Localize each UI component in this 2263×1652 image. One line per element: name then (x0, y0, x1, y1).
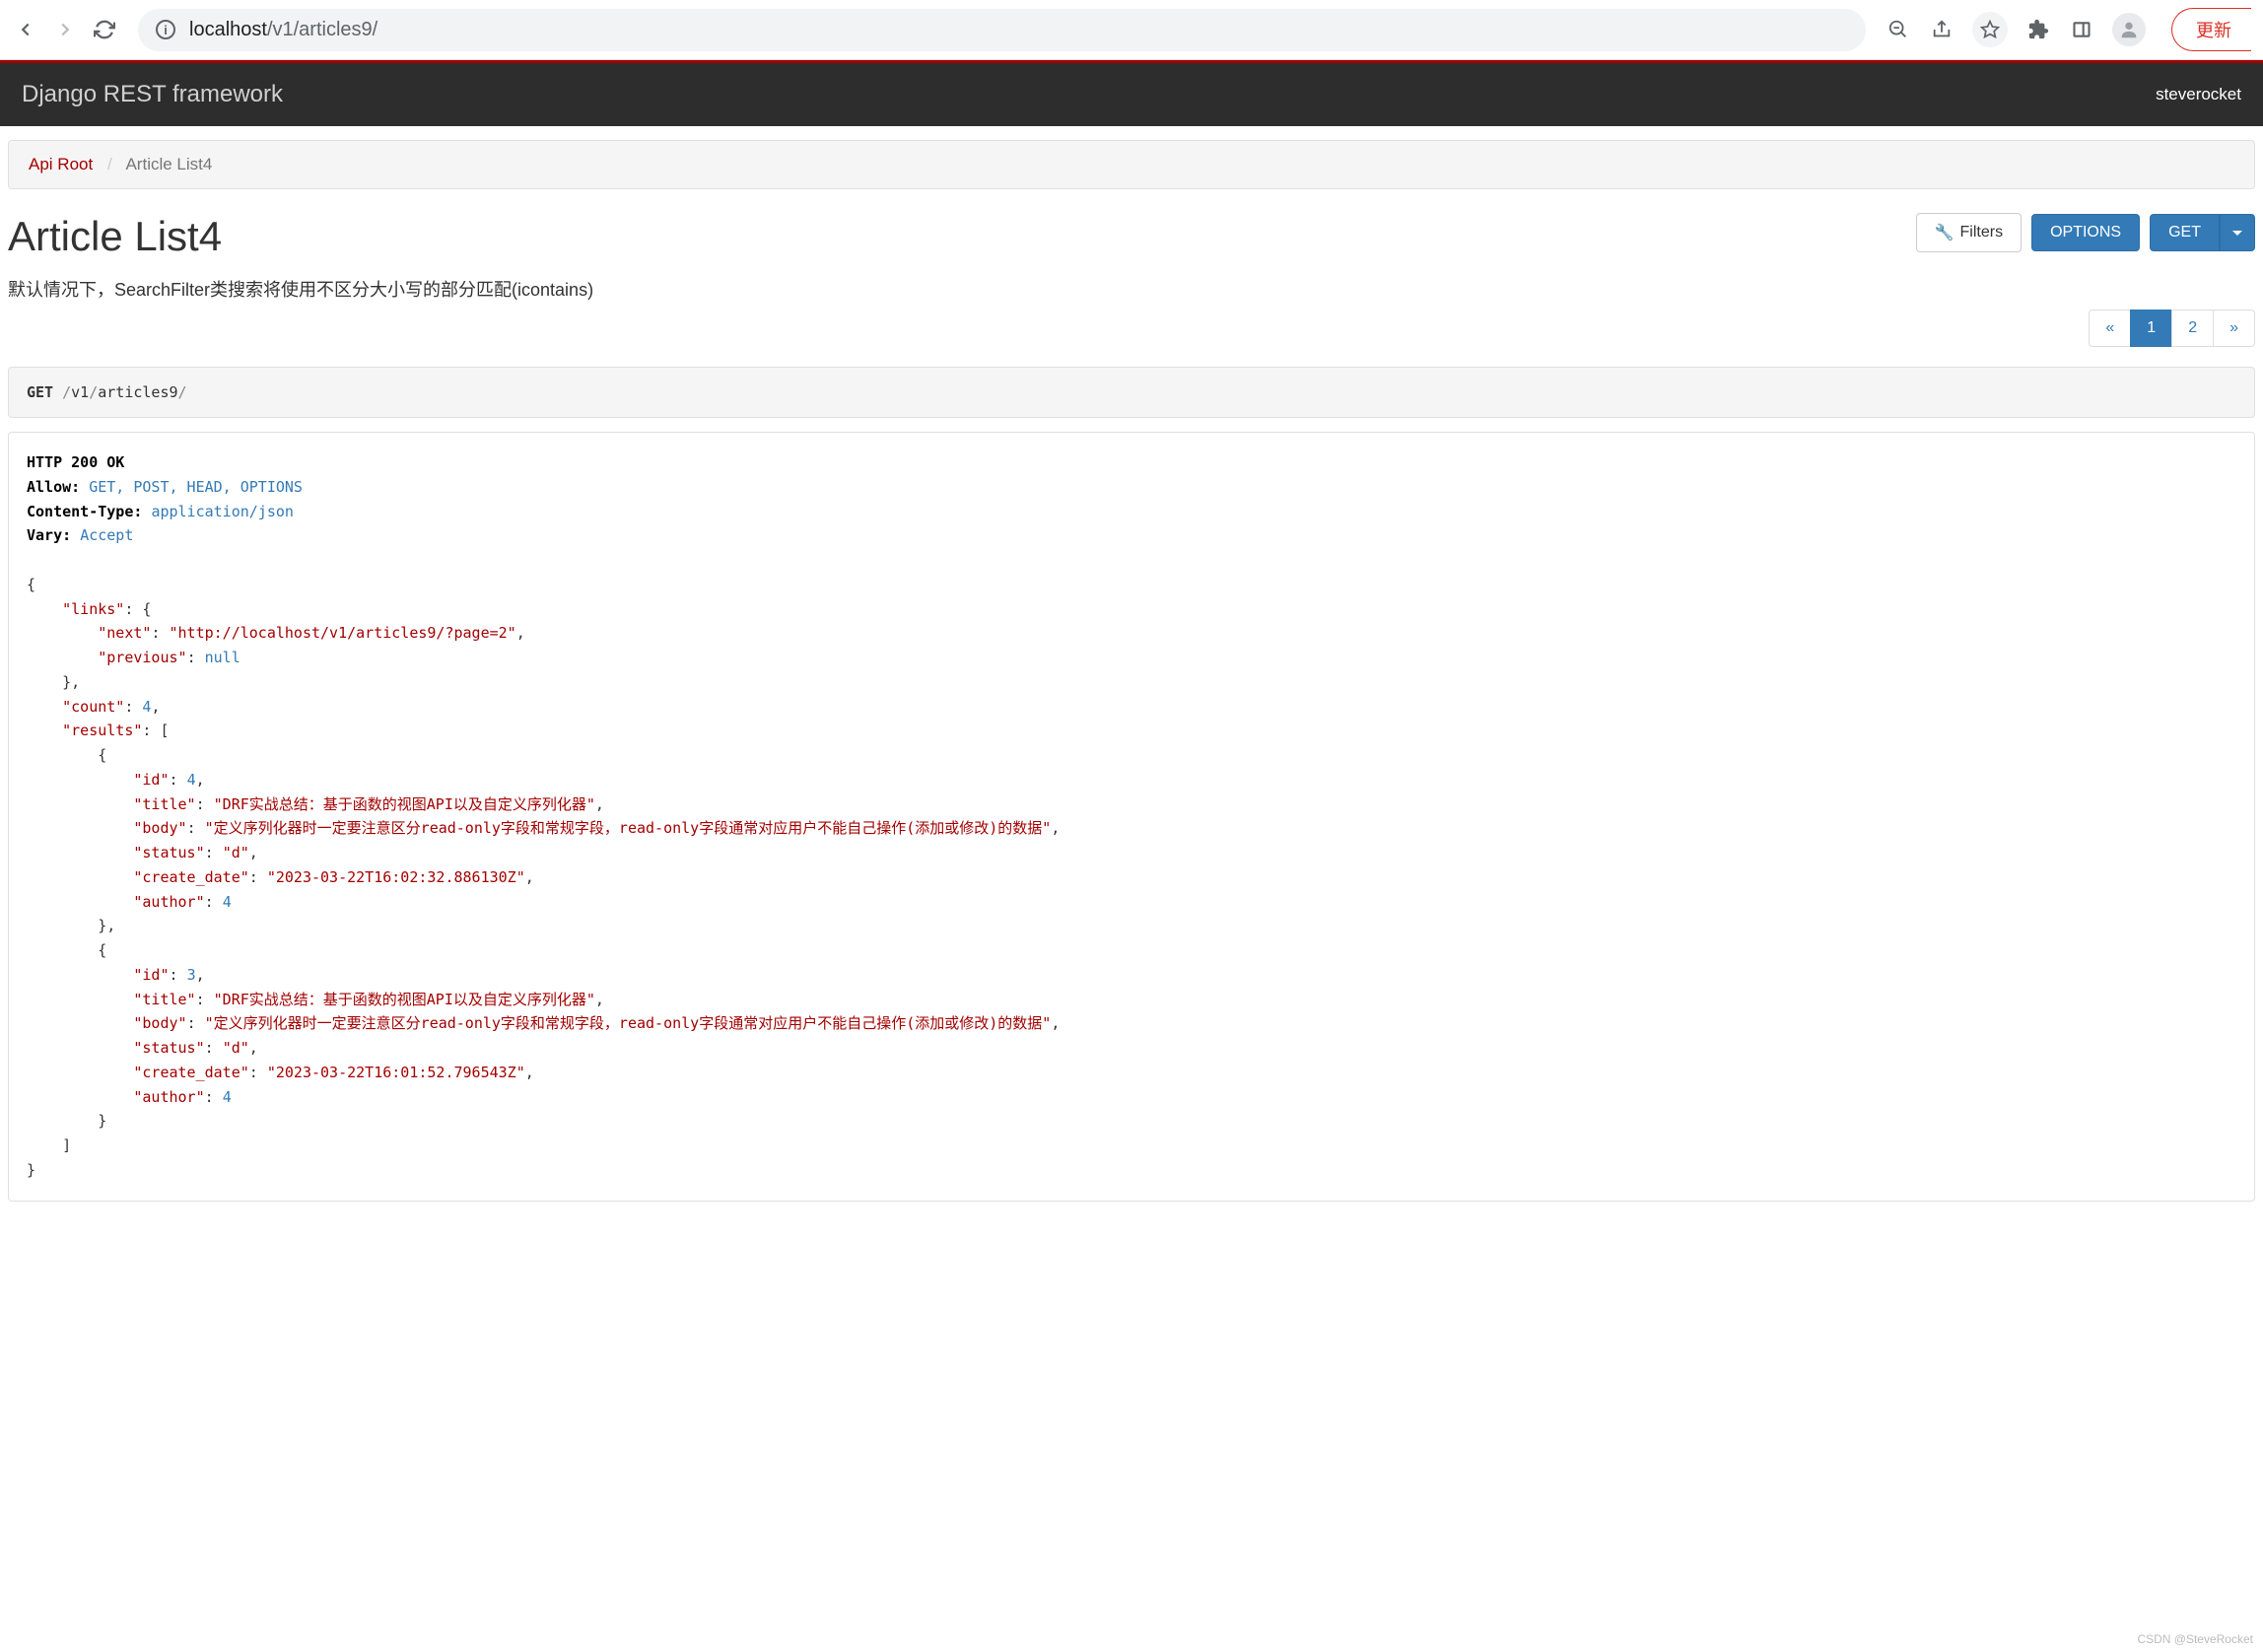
breadcrumb-separator: / (107, 155, 112, 173)
response-box: HTTP 200 OK Allow: GET, POST, HEAD, OPTI… (8, 432, 2255, 1202)
site-info-icon[interactable]: i (156, 20, 175, 39)
filters-label: Filters (1960, 224, 2004, 241)
extensions-icon[interactable] (2025, 17, 2051, 42)
breadcrumb: Api Root / Article List4 (8, 140, 2255, 189)
breadcrumb-root[interactable]: Api Root (29, 155, 93, 173)
get-dropdown-toggle[interactable] (2220, 214, 2255, 251)
page-description: 默认情况下，SearchFilter类搜索将使用不区分大小写的部分匹配(icon… (0, 260, 2263, 310)
get-button[interactable]: GET (2150, 214, 2220, 251)
pagination-page-2[interactable]: 2 (2171, 310, 2214, 347)
request-path: /v1/articles9/ (62, 383, 186, 401)
drf-header: Django REST framework steverocket (0, 63, 2263, 126)
request-line: GET /v1/articles9/ (8, 367, 2255, 418)
drf-brand[interactable]: Django REST framework (22, 81, 283, 108)
profile-avatar-icon[interactable] (2112, 13, 2146, 46)
pagination: « 1 2 » (0, 310, 2263, 363)
breadcrumb-current: Article List4 (125, 155, 212, 173)
filters-button[interactable]: 🔧 Filters (1916, 213, 2022, 252)
address-bar[interactable]: i localhost/v1/articles9/ (138, 9, 1866, 51)
drf-user[interactable]: steverocket (2156, 85, 2241, 104)
watermark: CSDN @SteveRocket (2137, 1632, 2253, 1646)
chevron-down-icon (2232, 231, 2242, 236)
zoom-out-icon[interactable] (1886, 17, 1911, 42)
back-button[interactable] (12, 16, 39, 43)
wrench-icon: 🔧 (1935, 223, 1954, 242)
header-buttons: 🔧 Filters OPTIONS GET (1916, 213, 2255, 252)
pagination-next[interactable]: » (2213, 310, 2255, 347)
get-button-group: GET (2150, 214, 2255, 251)
pagination-page-1[interactable]: 1 (2130, 310, 2172, 347)
bookmark-star-icon[interactable] (1972, 12, 2008, 47)
forward-button[interactable] (51, 16, 79, 43)
url-text: localhost/v1/articles9/ (189, 19, 377, 41)
page-title: Article List4 (8, 213, 222, 260)
share-icon[interactable] (1929, 17, 1954, 42)
browser-toolbar: i localhost/v1/articles9/ 更新 (0, 0, 2263, 60)
request-method: GET (27, 383, 53, 401)
update-button[interactable]: 更新 (2171, 8, 2251, 51)
options-button[interactable]: OPTIONS (2031, 214, 2140, 251)
pagination-prev[interactable]: « (2089, 310, 2131, 347)
toolbar-icons: 更新 (1886, 8, 2251, 51)
reload-button[interactable] (91, 16, 118, 43)
side-panel-icon[interactable] (2069, 17, 2094, 42)
